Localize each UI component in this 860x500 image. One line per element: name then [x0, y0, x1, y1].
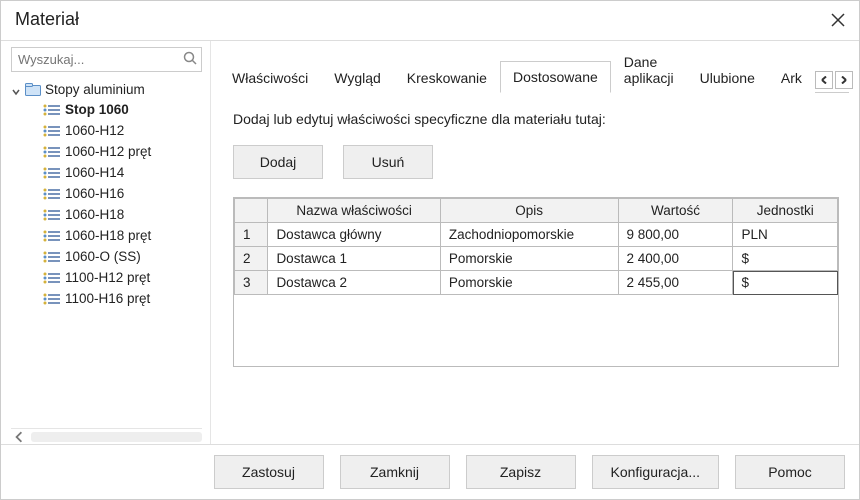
- tree-item-label: 1060-O (SS): [65, 249, 141, 264]
- unit-cell[interactable]: $: [733, 247, 838, 271]
- tab[interactable]: Ark: [768, 62, 815, 93]
- material-tree[interactable]: Stopy aluminium Stop 1060 1060-H12 1060-H1…: [11, 80, 202, 426]
- material-item-icon: [43, 293, 61, 305]
- col-header-value[interactable]: Wartość: [618, 199, 733, 223]
- row-number-cell[interactable]: 2: [235, 247, 268, 271]
- tree-item[interactable]: 1060-H18 pręt: [43, 225, 202, 246]
- dialog-body: Stopy aluminium Stop 1060 1060-H12 1060-H1…: [1, 41, 859, 444]
- material-item-icon: [43, 104, 61, 116]
- tree-item-label: Stop 1060: [65, 102, 129, 117]
- material-item-icon: [43, 209, 61, 221]
- material-item-icon: [43, 230, 61, 242]
- table-row[interactable]: 2Dostawca 1Pomorskie2 400,00$: [235, 247, 838, 271]
- tree-item-label: 1060-H12 pręt: [65, 144, 151, 159]
- tree-item[interactable]: 1060-O (SS): [43, 246, 202, 267]
- window-title: Materiał: [15, 9, 79, 30]
- col-header-name[interactable]: Nazwa właściwości: [268, 199, 440, 223]
- row-header-blank: [235, 199, 268, 223]
- tree-item[interactable]: 1060-H18: [43, 204, 202, 225]
- search-icon: [183, 51, 197, 65]
- chevron-down-icon: [11, 85, 21, 95]
- name-cell[interactable]: Dostawca 1: [268, 247, 440, 271]
- tab[interactable]: Dane aplikacji: [611, 46, 687, 93]
- save-button[interactable]: Zapisz: [466, 455, 576, 489]
- tree-item[interactable]: 1060-H16: [43, 183, 202, 204]
- row-number-cell[interactable]: 3: [235, 271, 268, 295]
- tree-item[interactable]: 1060-H12: [43, 120, 202, 141]
- tree-item[interactable]: 1100-H12 pręt: [43, 267, 202, 288]
- tree-item-label: 1100-H12 pręt: [65, 270, 150, 285]
- search-box: [11, 47, 202, 72]
- folder-icon: [25, 83, 41, 97]
- tree-item[interactable]: 1060-H12 pręt: [43, 141, 202, 162]
- tree-root-item[interactable]: Stopy aluminium: [11, 80, 202, 99]
- material-item-icon: [43, 188, 61, 200]
- tree-item[interactable]: Stop 1060: [43, 99, 202, 120]
- add-button[interactable]: Dodaj: [233, 145, 323, 179]
- name-cell[interactable]: Dostawca główny: [268, 223, 440, 247]
- col-header-desc[interactable]: Opis: [440, 199, 618, 223]
- scrollbar-track[interactable]: [31, 432, 202, 442]
- col-header-unit[interactable]: Jednostki: [733, 199, 838, 223]
- unit-cell[interactable]: $: [733, 271, 838, 295]
- material-item-icon: [43, 146, 61, 158]
- tab-scroll-right[interactable]: [835, 71, 853, 89]
- close-button[interactable]: Zamknij: [340, 455, 450, 489]
- material-item-icon: [43, 167, 61, 179]
- tab-scroll-left[interactable]: [815, 71, 833, 89]
- config-button[interactable]: Konfiguracja...: [592, 455, 720, 489]
- tab[interactable]: Dostosowane: [500, 61, 611, 93]
- tree-item-label: 1060-H12: [65, 123, 124, 138]
- tab-bar: WłaściwościWyglądKreskowanieDostosowaneD…: [219, 45, 849, 93]
- tree-item-label: 1100-H16 pręt: [65, 291, 150, 306]
- tree-item-label: 1060-H16: [65, 186, 124, 201]
- tree-item-label: 1060-H18 pręt: [65, 228, 151, 243]
- material-item-icon: [43, 272, 61, 284]
- row-number-cell[interactable]: 1: [235, 223, 268, 247]
- unit-cell[interactable]: PLN: [733, 223, 838, 247]
- table-row[interactable]: 3Dostawca 2Pomorskie2 455,00$: [235, 271, 838, 295]
- tree-item[interactable]: 1060-H14: [43, 162, 202, 183]
- search-input[interactable]: [11, 47, 202, 72]
- tree-item[interactable]: 1100-H16 pręt: [43, 288, 202, 309]
- sidebar-horizontal-scrollbar[interactable]: [11, 428, 202, 444]
- sidebar: Stopy aluminium Stop 1060 1060-H12 1060-H1…: [1, 41, 211, 444]
- tab[interactable]: Ulubione: [687, 62, 768, 93]
- close-icon[interactable]: [829, 11, 847, 29]
- table-row[interactable]: 1Dostawca głównyZachodniopomorskie9 800,…: [235, 223, 838, 247]
- tab-scroll-arrows: [815, 71, 853, 92]
- dialog-footer: Zastosuj Zamknij Zapisz Konfiguracja... …: [1, 444, 859, 499]
- value-cell[interactable]: 9 800,00: [618, 223, 733, 247]
- custom-properties-panel: Dodaj lub edytuj właściwości specyficzne…: [219, 93, 849, 444]
- tab[interactable]: Wygląd: [321, 62, 394, 93]
- tab[interactable]: Właściwości: [219, 62, 321, 93]
- desc-cell[interactable]: Pomorskie: [440, 271, 618, 295]
- scroll-left-icon: [13, 431, 25, 443]
- help-button[interactable]: Pomoc: [735, 455, 845, 489]
- tree-root-label: Stopy aluminium: [45, 82, 145, 97]
- tree-item-label: 1060-H18: [65, 207, 124, 222]
- titlebar: Materiał: [1, 1, 859, 41]
- material-item-icon: [43, 251, 61, 263]
- main-panel: WłaściwościWyglądKreskowanieDostosowaneD…: [211, 41, 859, 444]
- material-item-icon: [43, 125, 61, 137]
- value-cell[interactable]: 2 455,00: [618, 271, 733, 295]
- tab[interactable]: Kreskowanie: [394, 62, 500, 93]
- apply-button[interactable]: Zastosuj: [214, 455, 324, 489]
- panel-instruction: Dodaj lub edytuj właściwości specyficzne…: [233, 111, 839, 127]
- value-cell[interactable]: 2 400,00: [618, 247, 733, 271]
- properties-grid[interactable]: Nazwa właściwości Opis Wartość Jednostki…: [233, 197, 839, 367]
- desc-cell[interactable]: Pomorskie: [440, 247, 618, 271]
- material-dialog: Materiał: [0, 0, 860, 500]
- tree-item-label: 1060-H14: [65, 165, 124, 180]
- name-cell[interactable]: Dostawca 2: [268, 271, 440, 295]
- desc-cell[interactable]: Zachodniopomorskie: [440, 223, 618, 247]
- delete-button[interactable]: Usuń: [343, 145, 433, 179]
